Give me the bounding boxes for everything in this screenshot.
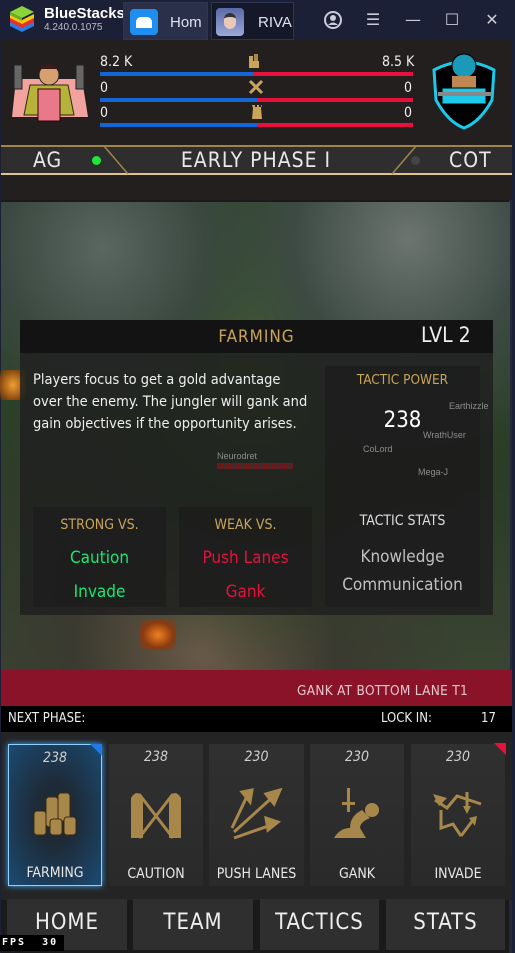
map-unit-label: Earthizzle bbox=[449, 401, 489, 411]
arrows-icon bbox=[230, 788, 282, 840]
tactic-description: Players focus to get a gold advantage ov… bbox=[33, 372, 308, 432]
team-cot-logo bbox=[432, 53, 496, 130]
tactic-power-label: TACTIC POWER bbox=[356, 372, 449, 388]
strong-vs-label: STRONG VS. bbox=[60, 517, 139, 533]
strong-vs-item: Invade bbox=[73, 582, 126, 602]
fps-counter: FPS 30 bbox=[0, 935, 64, 951]
tactic-card-name: GANK bbox=[338, 866, 376, 882]
shields-spears-icon bbox=[131, 793, 181, 839]
tactic-card-name: PUSH LANES bbox=[216, 866, 297, 882]
tactic-stat: Communication bbox=[342, 575, 463, 595]
gold-right-value: 8.5 K bbox=[382, 54, 415, 70]
tactic-stats-label: TACTIC STATS bbox=[359, 513, 446, 529]
map-unit-label: CoLord bbox=[363, 444, 393, 454]
enemy-pick-corner-marker bbox=[494, 743, 506, 755]
right-team-ready-indicator bbox=[411, 156, 420, 165]
weak-vs-item: Push Lanes bbox=[202, 548, 289, 568]
kills-right-value: 0 bbox=[404, 80, 413, 96]
tactic-card-power: 230 bbox=[244, 749, 269, 765]
avatar-icon bbox=[216, 8, 244, 36]
left-team-name: AG bbox=[33, 148, 63, 172]
bluestacks-logo-icon bbox=[10, 6, 34, 32]
lock-in-countdown: 17 bbox=[481, 711, 496, 726]
tactic-card-name: CAUTION bbox=[127, 866, 185, 882]
nav-team-button[interactable]: TEAM bbox=[133, 899, 253, 950]
gold-bar bbox=[100, 72, 413, 76]
fps-value: 30 bbox=[42, 937, 59, 948]
kills-left-value: 0 bbox=[100, 80, 109, 96]
lock-in-label: LOCK IN: bbox=[381, 711, 432, 726]
nav-tactics-button[interactable]: TACTICS bbox=[260, 899, 379, 950]
tactic-card-push-lanes[interactable]: 230 PUSH LANES bbox=[209, 744, 304, 886]
map-unit-label: Neurodret bbox=[217, 451, 258, 461]
tab-riva[interactable]: RIVA bbox=[211, 2, 294, 40]
kills-swords-icon bbox=[248, 79, 264, 95]
map-unit-label: Mega-J bbox=[418, 467, 449, 477]
tactic-card-name: INVADE bbox=[434, 866, 482, 882]
kneeling-sword-icon bbox=[334, 788, 379, 838]
tactic-card-power: 238 bbox=[42, 750, 68, 766]
right-team-name: COT bbox=[449, 148, 492, 172]
tower-icon bbox=[252, 105, 262, 119]
nav-stats-button[interactable]: STATS bbox=[386, 899, 505, 950]
tactic-level: LVL 2 bbox=[421, 323, 471, 347]
app-name: BlueStacks bbox=[44, 5, 125, 22]
tactic-stat: Knowledge bbox=[360, 547, 445, 567]
next-phase-label: NEXT PHASE: bbox=[8, 711, 86, 726]
map-unit-healthbar bbox=[217, 463, 293, 469]
event-banner-text: GANK AT BOTTOM LANE T1 bbox=[297, 683, 469, 699]
home-icon bbox=[130, 9, 158, 35]
account-icon[interactable] bbox=[323, 10, 343, 30]
weak-vs-label: WEAK VS. bbox=[214, 517, 277, 533]
team-pick-corner-marker bbox=[90, 744, 102, 756]
team-ag-logo bbox=[12, 64, 88, 122]
app-version: 4.240.0.1075 bbox=[44, 22, 103, 33]
minimize-icon[interactable]: — bbox=[403, 10, 423, 30]
weak-vs-item: Gank bbox=[225, 582, 266, 602]
towers-right-value: 0 bbox=[404, 105, 413, 121]
fps-label: FPS bbox=[2, 937, 27, 948]
tactic-card-farming[interactable]: 238 FARMING bbox=[8, 744, 102, 886]
strong-vs-item: Caution bbox=[69, 548, 130, 568]
tactic-card-power: 230 bbox=[445, 749, 471, 765]
invade-arrows-icon bbox=[433, 792, 482, 837]
towers-left-value: 0 bbox=[100, 105, 109, 121]
tactic-card-gank[interactable]: 230 GANK bbox=[310, 744, 404, 886]
kills-bar bbox=[100, 98, 413, 102]
tactic-card-name: FARMING bbox=[26, 865, 84, 881]
coins-icon bbox=[33, 792, 77, 836]
tab-label: RIVA bbox=[258, 14, 292, 31]
map-unit-label: WrathUser bbox=[423, 430, 466, 440]
gold-icon bbox=[249, 54, 259, 68]
towers-bar bbox=[100, 123, 413, 127]
tactic-card-invade[interactable]: 230 INVADE bbox=[411, 743, 506, 886]
phase-title: EARLY PHASE I bbox=[180, 148, 332, 172]
menu-icon[interactable]: ☰ bbox=[363, 10, 383, 30]
tab-label: Hom bbox=[170, 14, 202, 31]
gold-left-value: 8.2 K bbox=[100, 54, 133, 70]
tactic-card-power: 238 bbox=[143, 749, 169, 765]
tab-home[interactable]: Hom bbox=[123, 2, 208, 40]
map-decoration bbox=[140, 620, 176, 650]
tactic-card-caution[interactable]: 238 CAUTION bbox=[109, 744, 203, 886]
close-icon[interactable]: ✕ bbox=[482, 10, 502, 30]
left-team-ready-indicator bbox=[92, 156, 101, 165]
maximize-icon[interactable]: ☐ bbox=[442, 10, 462, 30]
tactic-card-power: 230 bbox=[344, 749, 370, 765]
